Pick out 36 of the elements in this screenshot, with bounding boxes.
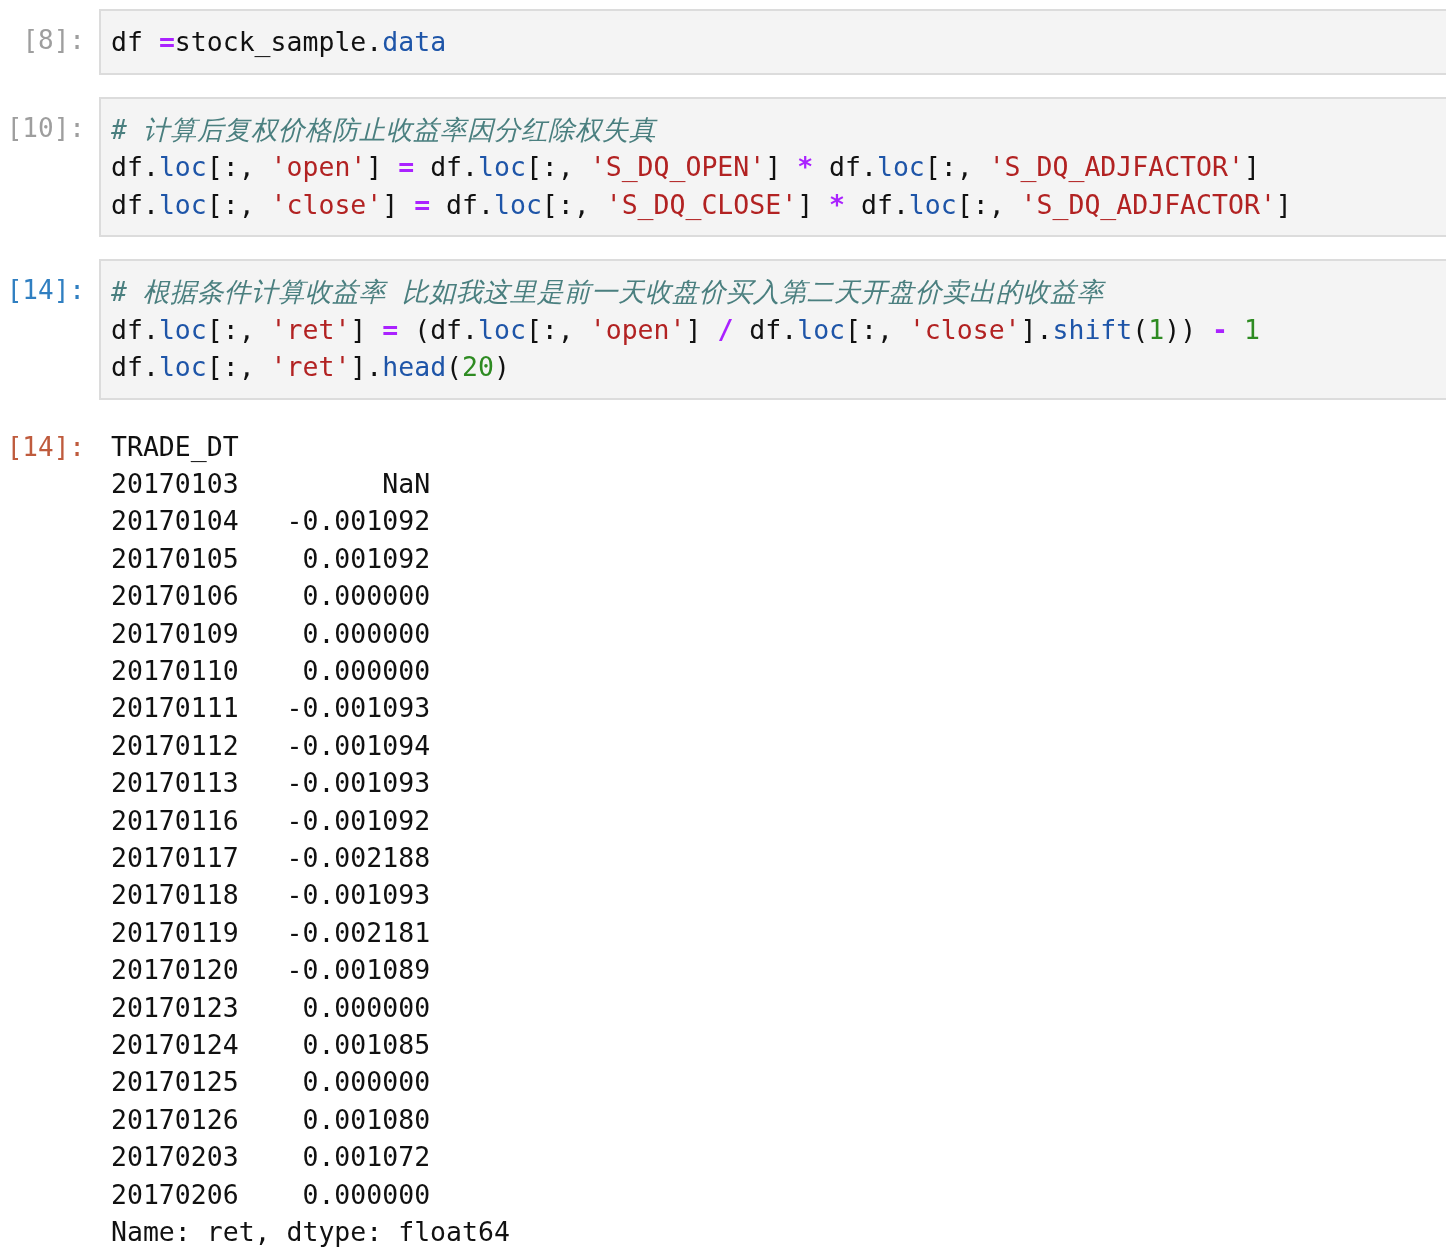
code-line: df =stock_sample.data (111, 25, 448, 59)
output-line: 20170112 -0.001094 (111, 728, 432, 763)
code-line: df.loc[:, 'ret'].head(20) (111, 350, 511, 384)
output-line: 20170120 -0.001089 (111, 953, 432, 988)
code-line: df.loc[:, 'ret'] = (df.loc[:, 'open'] / df.loc[:, 'close'].shift(1)) - 1 (111, 312, 1261, 347)
output-line: TRADE_DT (111, 429, 240, 464)
output-line: 20170206 0.000000 (111, 1177, 432, 1212)
output-line: 20170123 0.000000 (111, 990, 432, 1025)
code-line: df.loc[:, 'close'] = df.loc[:, 'S_DQ_CLOSE'] * df.loc[:, 'S_DQ_ADJFACTOR'] (111, 187, 1293, 222)
output-line: 20170113 -0.001093 (111, 766, 432, 801)
code-line: # 计算后复权价格防止收益率因分红除权失真 (111, 112, 659, 147)
output-line: 20170106 0.000000 (111, 579, 432, 614)
output-line: 20170119 -0.002181 (111, 915, 432, 950)
code-line: # 根据条件计算收益率 比如我这里是前一天收盘价买入第二天开盘价卖出的收益率 (111, 275, 1107, 309)
code-cell[interactable]: # 计算后复权价格防止收益率因分红除权失真 df.loc[:, 'open'] = df.loc[:, 'S_DQ_OPEN'] * df.loc[:, 'S_DQ_ADJFACTOR'] df.loc[:, 'close'] = df.loc[:, 'S_DQ_CLOSE'] * df.loc[:, 'S_DQ_ADJFACTOR'] (99, 96, 1446, 237)
code-line: df.loc[:, 'open'] = df.loc[:, 'S_DQ_OPEN'] * df.loc[:, 'S_DQ_ADJFACTOR'] (111, 150, 1261, 184)
output-line: 20170105 0.001092 (111, 541, 432, 576)
code-cell[interactable]: df =stock_sample.data (99, 9, 1446, 75)
output-line: 20170104 -0.001092 (111, 504, 432, 539)
output-line: 20170118 -0.001093 (111, 878, 432, 913)
output-line: 20170117 -0.002188 (111, 840, 432, 875)
output-line: 20170103 NaN (111, 466, 432, 501)
output-line: 20170203 0.001072 (111, 1140, 432, 1175)
input-prompt: [8]: (22, 24, 85, 57)
input-prompt: [10]: (6, 111, 85, 145)
output-line: 20170110 0.000000 (111, 653, 432, 688)
code-cell[interactable]: # 根据条件计算收益率 比如我这里是前一天收盘价买入第二天开盘价卖出的收益率 df.loc[:, 'ret'] = (df.loc[:, 'open'] / df.loc[:, 'close'].shift(1)) - 1 df.loc[:, 'ret'].head(20) (99, 259, 1446, 400)
output-line: 20170125 0.000000 (111, 1065, 432, 1100)
output-line: 20170124 0.001085 (111, 1028, 432, 1062)
output-line: Name: ret, dtype: float64 (111, 1215, 510, 1250)
input-prompt: [14]: (6, 274, 85, 307)
output-line: 20170126 0.001080 (111, 1102, 432, 1137)
output-line: 20170111 -0.001093 (111, 691, 432, 726)
output-line: 20170109 0.000000 (111, 616, 432, 651)
output-line: 20170116 -0.001092 (111, 803, 432, 838)
output-prompt: [14]: (6, 430, 85, 464)
